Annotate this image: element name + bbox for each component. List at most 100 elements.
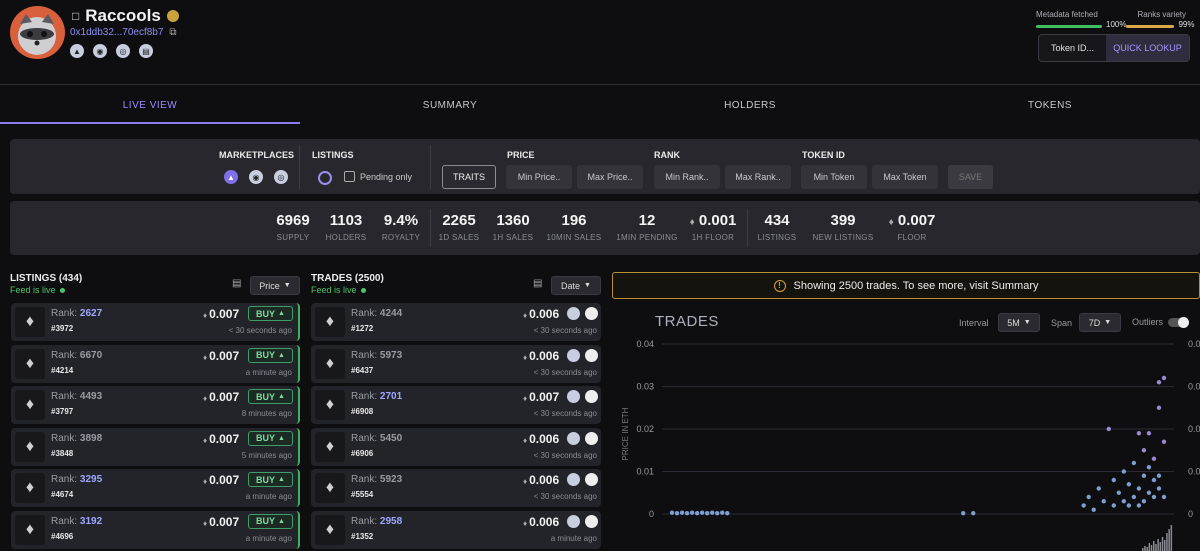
span-dropdown[interactable]: 7D ▼ (1079, 313, 1121, 332)
trade-point[interactable] (1156, 405, 1162, 410)
trade-point[interactable] (971, 510, 976, 516)
min-rank-input[interactable]: Min Rank.. (654, 165, 720, 189)
rank-value[interactable]: 5450 (380, 433, 402, 444)
trade-point[interactable] (679, 510, 685, 515)
trade-point[interactable] (694, 510, 700, 516)
rank-value[interactable]: 5923 (380, 474, 402, 485)
trade-point[interactable] (961, 510, 966, 516)
max-rank-input[interactable]: Max Rank.. (725, 165, 791, 189)
trade-point[interactable] (1156, 380, 1162, 385)
trade-point[interactable] (720, 510, 725, 515)
opensea-icon[interactable] (567, 431, 580, 445)
opensea-filter-icon[interactable]: ▲ (224, 170, 238, 184)
trade-point[interactable] (674, 510, 680, 516)
rank-value[interactable]: 3898 (80, 433, 102, 444)
buy-button[interactable]: BUY ▲ (248, 389, 293, 404)
trade-point[interactable] (1131, 494, 1137, 500)
trades-sort-dropdown[interactable]: Date ▼ (551, 276, 601, 295)
trade-row[interactable]: ♦ Rank: 5973 #6437 ♦ 0.006 < 30 seconds ago (311, 344, 601, 383)
trade-point[interactable] (684, 510, 690, 516)
trade-point[interactable] (725, 510, 730, 516)
trade-point[interactable] (1141, 499, 1147, 504)
listing-row[interactable]: ♦ Rank: 3295 #4674 ♦ 0.007 BUY ▲ a minute ago (11, 469, 300, 507)
min-token-input[interactable]: Min Token (801, 165, 867, 189)
trade-point[interactable] (1101, 499, 1106, 504)
save-button[interactable]: SAVE (948, 165, 993, 189)
trade-point[interactable] (1146, 465, 1152, 470)
buy-button[interactable]: BUY ▲ (248, 513, 293, 529)
x2y2-filter-icon[interactable]: ◎ (274, 170, 288, 184)
trade-point[interactable] (1146, 431, 1152, 436)
trade-point[interactable] (1131, 460, 1137, 466)
buy-button[interactable]: BUY ▲ (248, 347, 293, 363)
bar-chart-icon[interactable]: ▤ (232, 278, 241, 289)
tab-summary[interactable]: SUMMARY (300, 100, 600, 124)
stats-icon[interactable] (585, 514, 598, 528)
trade-point[interactable] (1116, 490, 1122, 495)
stats-icon[interactable] (585, 307, 598, 320)
trade-point[interactable] (669, 510, 675, 515)
stats-icon[interactable] (585, 431, 598, 445)
looksrare-filter-icon[interactable]: ◉ (249, 170, 263, 184)
trade-row[interactable]: ♦ Rank: 2701 #6908 ♦ 0.007 < 30 seconds ago (311, 386, 601, 424)
min-price-input[interactable]: Min Price.. (506, 165, 572, 189)
trade-point[interactable] (1106, 426, 1111, 432)
token-id-input[interactable]: Token ID... (1039, 35, 1106, 61)
trade-row[interactable]: ♦ Rank: 4244 #1272 ♦ 0.006 < 30 seconds ago (311, 303, 601, 341)
listing-row[interactable]: ♦ Rank: 3898 #3848 ♦ 0.007 BUY ▲ 5 minutes ago (11, 427, 300, 466)
trade-point[interactable] (1121, 499, 1127, 504)
trade-point[interactable] (1151, 494, 1157, 500)
stats-icon[interactable] (585, 348, 598, 362)
trade-point[interactable] (1146, 490, 1152, 495)
trade-point[interactable] (1091, 507, 1096, 512)
trade-point[interactable] (1111, 503, 1116, 508)
stats-icon[interactable]: ▤ (139, 44, 153, 58)
opensea-icon[interactable] (567, 307, 580, 320)
pending-checkbox[interactable] (344, 171, 355, 182)
listing-row[interactable]: ♦ Rank: 6670 #4214 ♦ 0.007 BUY ▲ a minute ago (11, 344, 300, 383)
outliers-toggle[interactable] (1168, 317, 1189, 328)
trade-point[interactable] (1136, 431, 1142, 436)
trade-point[interactable] (1156, 486, 1162, 491)
trade-row[interactable]: ♦ Rank: 2958 #1352 ♦ 0.006 a minute ago (311, 510, 601, 549)
trade-point[interactable] (715, 510, 720, 516)
sort-icon[interactable]: ▤ (533, 278, 542, 289)
trade-point[interactable] (1111, 477, 1116, 483)
rank-value[interactable]: 3295 (80, 474, 102, 485)
pending-only-toggle[interactable]: Pending only (344, 171, 412, 182)
trade-point[interactable] (1096, 486, 1101, 491)
tab-holders[interactable]: HOLDERS (600, 100, 900, 124)
listing-row[interactable]: ♦ Rank: 4493 #3797 ♦ 0.007 BUY ▲ 8 minutes ago (11, 386, 300, 424)
trade-point[interactable] (1081, 503, 1086, 508)
opensea-icon[interactable] (567, 473, 580, 486)
trade-point[interactable] (1151, 477, 1157, 483)
opensea-icon[interactable] (567, 514, 580, 528)
trade-point[interactable] (1161, 439, 1167, 444)
bookmark-icon[interactable]: □ (72, 9, 79, 23)
trade-row[interactable]: ♦ Rank: 5923 #5554 ♦ 0.006 < 30 seconds ago (311, 469, 601, 507)
stats-icon[interactable] (585, 390, 598, 403)
listing-row[interactable]: ♦ Rank: 2627 #3972 ♦ 0.007 BUY ▲ < 30 seconds a… (11, 303, 300, 341)
trade-point[interactable] (710, 510, 715, 515)
info-icon[interactable] (318, 171, 332, 185)
listings-sort-dropdown[interactable]: Price ▼ (250, 276, 300, 295)
trade-point[interactable] (1151, 456, 1157, 461)
trade-point[interactable] (1136, 503, 1142, 508)
buy-button[interactable]: BUY ▲ (248, 430, 293, 446)
max-token-input[interactable]: Max Token (872, 165, 938, 189)
trade-point[interactable] (704, 510, 710, 516)
trade-point[interactable] (1136, 486, 1142, 491)
trade-point[interactable] (1126, 482, 1132, 487)
buy-button[interactable]: BUY ▲ (248, 306, 293, 321)
buy-button[interactable]: BUY ▲ (248, 472, 293, 487)
interval-dropdown[interactable]: 5M ▼ (998, 313, 1040, 332)
rank-value[interactable]: 5973 (380, 350, 402, 361)
traits-button[interactable]: TRAITS (442, 165, 496, 189)
opensea-icon[interactable] (567, 390, 580, 403)
max-price-input[interactable]: Max Price.. (577, 165, 643, 189)
looksrare-icon[interactable]: ◉ (93, 44, 107, 58)
copy-icon[interactable]: ⧉ (169, 27, 176, 38)
rank-value[interactable]: 2958 (380, 516, 402, 527)
trade-point[interactable] (1161, 494, 1167, 500)
contract-address-text[interactable]: 0x1ddb32...70ecf8b7 (70, 27, 163, 38)
